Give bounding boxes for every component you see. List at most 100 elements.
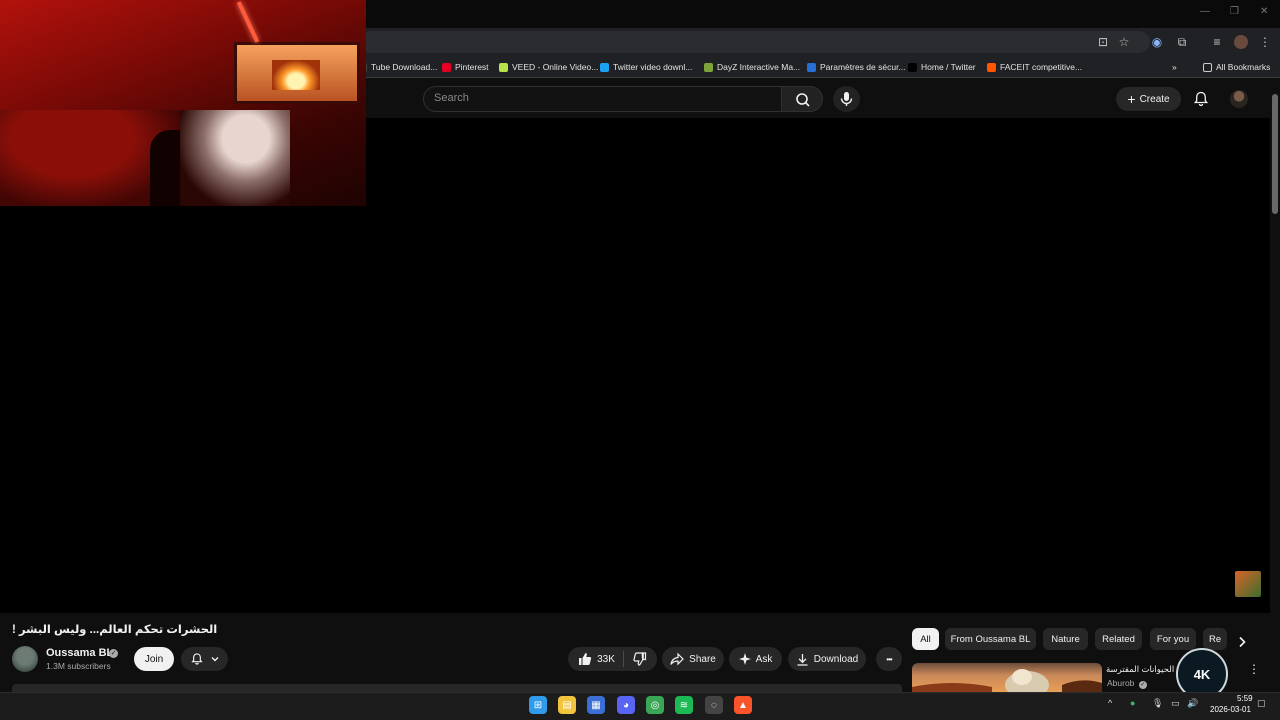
account-avatar[interactable] [1230,90,1248,108]
bookmark-item[interactable]: VEED - Online Video... [499,60,598,74]
windows-taskbar [0,692,1280,720]
bookmark-item[interactable]: FACEIT competitive... [987,60,1082,74]
filter-chip[interactable]: Re [1203,628,1227,650]
search-button[interactable] [781,86,823,112]
channel-watermark[interactable] [1235,571,1261,597]
bookmark-label: Twitter video downl... [613,62,693,72]
screen: — ❐ ✕ ⊡ ☆ ◉ ⧉ ≡ ⋮ Tube Download... Pinter… [0,0,1280,720]
twitter-downloader-icon [600,62,609,72]
scrollbar-thumb[interactable] [1272,94,1278,214]
like-count: 33K [597,653,615,665]
all-bookmarks-button[interactable]: All Bookmarks [1203,60,1270,74]
bookmark-star-icon[interactable]: ☆ [1117,35,1131,49]
tray-overflow-icon[interactable]: ^ [1108,698,1112,708]
bookmark-label: Tube Download... [371,62,438,72]
bookmark-label: Home / Twitter [921,62,976,72]
webcam-fire [272,60,320,90]
share-button[interactable]: Share [662,647,724,671]
filter-chip[interactable]: From Oussama BL [945,628,1036,650]
description-box[interactable] [12,684,902,692]
windows-start-icon[interactable]: ⊞ [529,696,547,714]
filter-chip[interactable]: For you [1150,628,1196,650]
bell-icon [190,653,203,665]
chips-next-button[interactable] [1234,634,1250,650]
webcam-overlay [0,0,366,206]
discord-icon[interactable]: ◕ [617,696,635,714]
channel-avatar[interactable] [12,646,38,672]
bookmark-item[interactable]: DayZ Interactive Ma... [704,60,800,74]
dayz-icon [704,62,713,72]
search-placeholder: Search [434,92,469,104]
file-explorer-icon[interactable]: ▤ [558,696,576,714]
bookmark-label: DayZ Interactive Ma... [717,62,801,72]
folder-icon [1203,62,1212,72]
download-label: Download [813,653,859,665]
chrome-menu-icon[interactable]: ⋮ [1258,35,1272,49]
filter-chip[interactable]: Related [1095,628,1142,650]
join-button[interactable]: Join [134,647,174,671]
volume-icon[interactable]: 🔊 [1187,698,1198,709]
faceit-icon [987,62,996,72]
notification-center-icon[interactable]: ▢ [1257,698,1266,709]
pinterest-icon [442,62,451,72]
more-horizontal-icon: ••• [886,654,892,664]
extensions-icon[interactable]: ⧉ [1175,35,1189,49]
restore-button[interactable]: ❐ [1230,6,1239,17]
bookmark-label: Pinterest [455,62,489,72]
verified-check-icon: ✓ [1138,681,1147,689]
close-window-button[interactable]: ✕ [1260,6,1268,17]
chevron-right-icon [1239,636,1246,648]
brave-icon[interactable]: ▲ [734,696,752,714]
download-button[interactable]: Download [788,647,866,671]
security-settings-icon [807,62,816,72]
thumbs-up-icon [579,653,592,665]
minimize-button[interactable]: — [1200,6,1210,17]
chrome-icon[interactable]: ◎ [646,696,664,714]
bookmark-item[interactable]: Paramètres de sécur... [807,60,906,74]
chevron-down-icon [211,657,218,662]
filter-chip[interactable]: Nature [1043,628,1088,650]
more-actions-button[interactable]: ••• [876,647,902,671]
filter-chip[interactable]: All [912,628,939,650]
dislike-button[interactable] [629,652,647,666]
media-controls-icon[interactable]: ≡ [1210,35,1224,49]
obs-icon[interactable]: ◌ [705,696,723,714]
spotify-icon[interactable]: ≋ [675,696,693,714]
webcam-person [180,110,290,206]
microphone-icon [840,92,853,106]
webcam-led-strip [236,1,260,43]
tray-app-icon[interactable]: ● [1130,698,1135,708]
create-button[interactable]: + Create [1116,87,1181,111]
bookmark-item[interactable]: Twitter video downl... [600,60,692,74]
recommended-more-button[interactable]: ⋮ [1248,662,1260,678]
lion-illustration-icon [912,669,1102,693]
search-icon [796,93,810,107]
like-button[interactable]: 33K [578,651,624,667]
tray-microphone-icon[interactable]: 🎙 [1152,698,1163,709]
bookmark-item[interactable]: Tube Download... [358,60,437,74]
ask-button[interactable]: Ask [729,647,782,671]
subscription-notifications-button[interactable] [181,647,228,671]
install-app-icon[interactable]: ⊡ [1096,35,1110,49]
verified-check-icon: ✓ [109,649,118,658]
microsoft-store-icon[interactable]: ▦ [587,696,605,714]
more-bookmarks-button[interactable]: » [1172,60,1177,74]
bookmark-item[interactable]: Pinterest [442,60,489,74]
read-aloud-icon[interactable]: ◉ [1150,35,1164,49]
search-input[interactable] [423,86,782,112]
recommended-video-thumbnail[interactable] [912,663,1102,693]
voice-search-button[interactable] [833,86,860,112]
video-title: الحشرات تحكم العالم... وليس البشر ! [12,624,218,636]
create-label: Create [1139,93,1170,105]
clock-date[interactable]: 2026-03-01 [1210,705,1251,714]
address-bar[interactable] [360,31,1150,53]
sparkle-icon [738,653,751,665]
network-icon[interactable]: ▭ [1171,698,1180,709]
profile-avatar-icon[interactable] [1234,35,1248,49]
recommended-channel-label: Aburob [1107,678,1135,688]
bookmark-item[interactable]: Home / Twitter [908,60,976,74]
channel-name[interactable]: Oussama BL [46,647,113,659]
recommended-channel-name[interactable]: Aburob ✓ [1107,678,1147,689]
clock-time[interactable]: 5:59 [1237,694,1253,703]
notifications-bell-icon[interactable] [1192,90,1210,108]
